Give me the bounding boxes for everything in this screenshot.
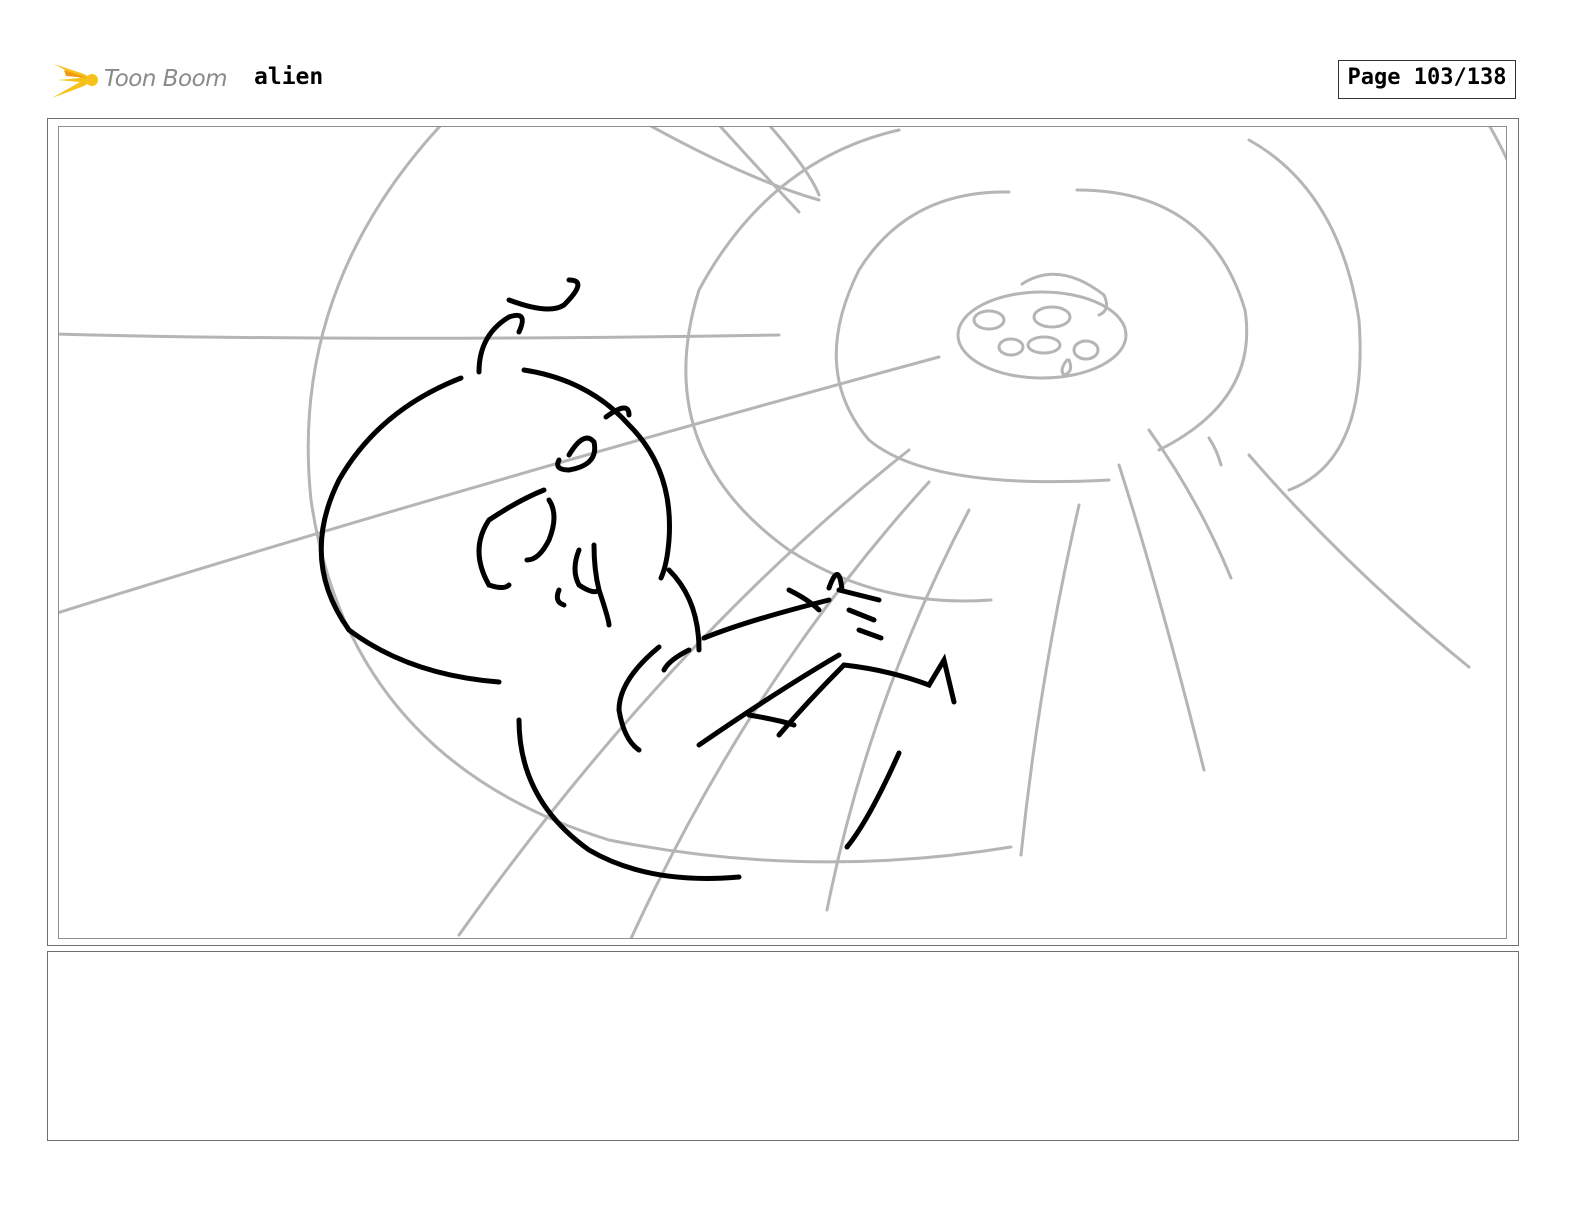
brand-name: Toon Boom: [104, 66, 228, 92]
panel-notes-area: [47, 951, 1519, 1141]
panel-frame: [58, 126, 1507, 939]
storyboard-panel: [47, 118, 1519, 946]
page-header: Toon Boom alien Page 103/138: [0, 0, 1584, 115]
project-title: alien: [254, 64, 324, 90]
page-number-label: Page 103/138: [1347, 65, 1507, 90]
page-indicator: Page 103/138: [1338, 60, 1516, 99]
toon-boom-logo-icon: [52, 64, 98, 98]
storyboard-sketch-drawing: [59, 127, 1506, 938]
